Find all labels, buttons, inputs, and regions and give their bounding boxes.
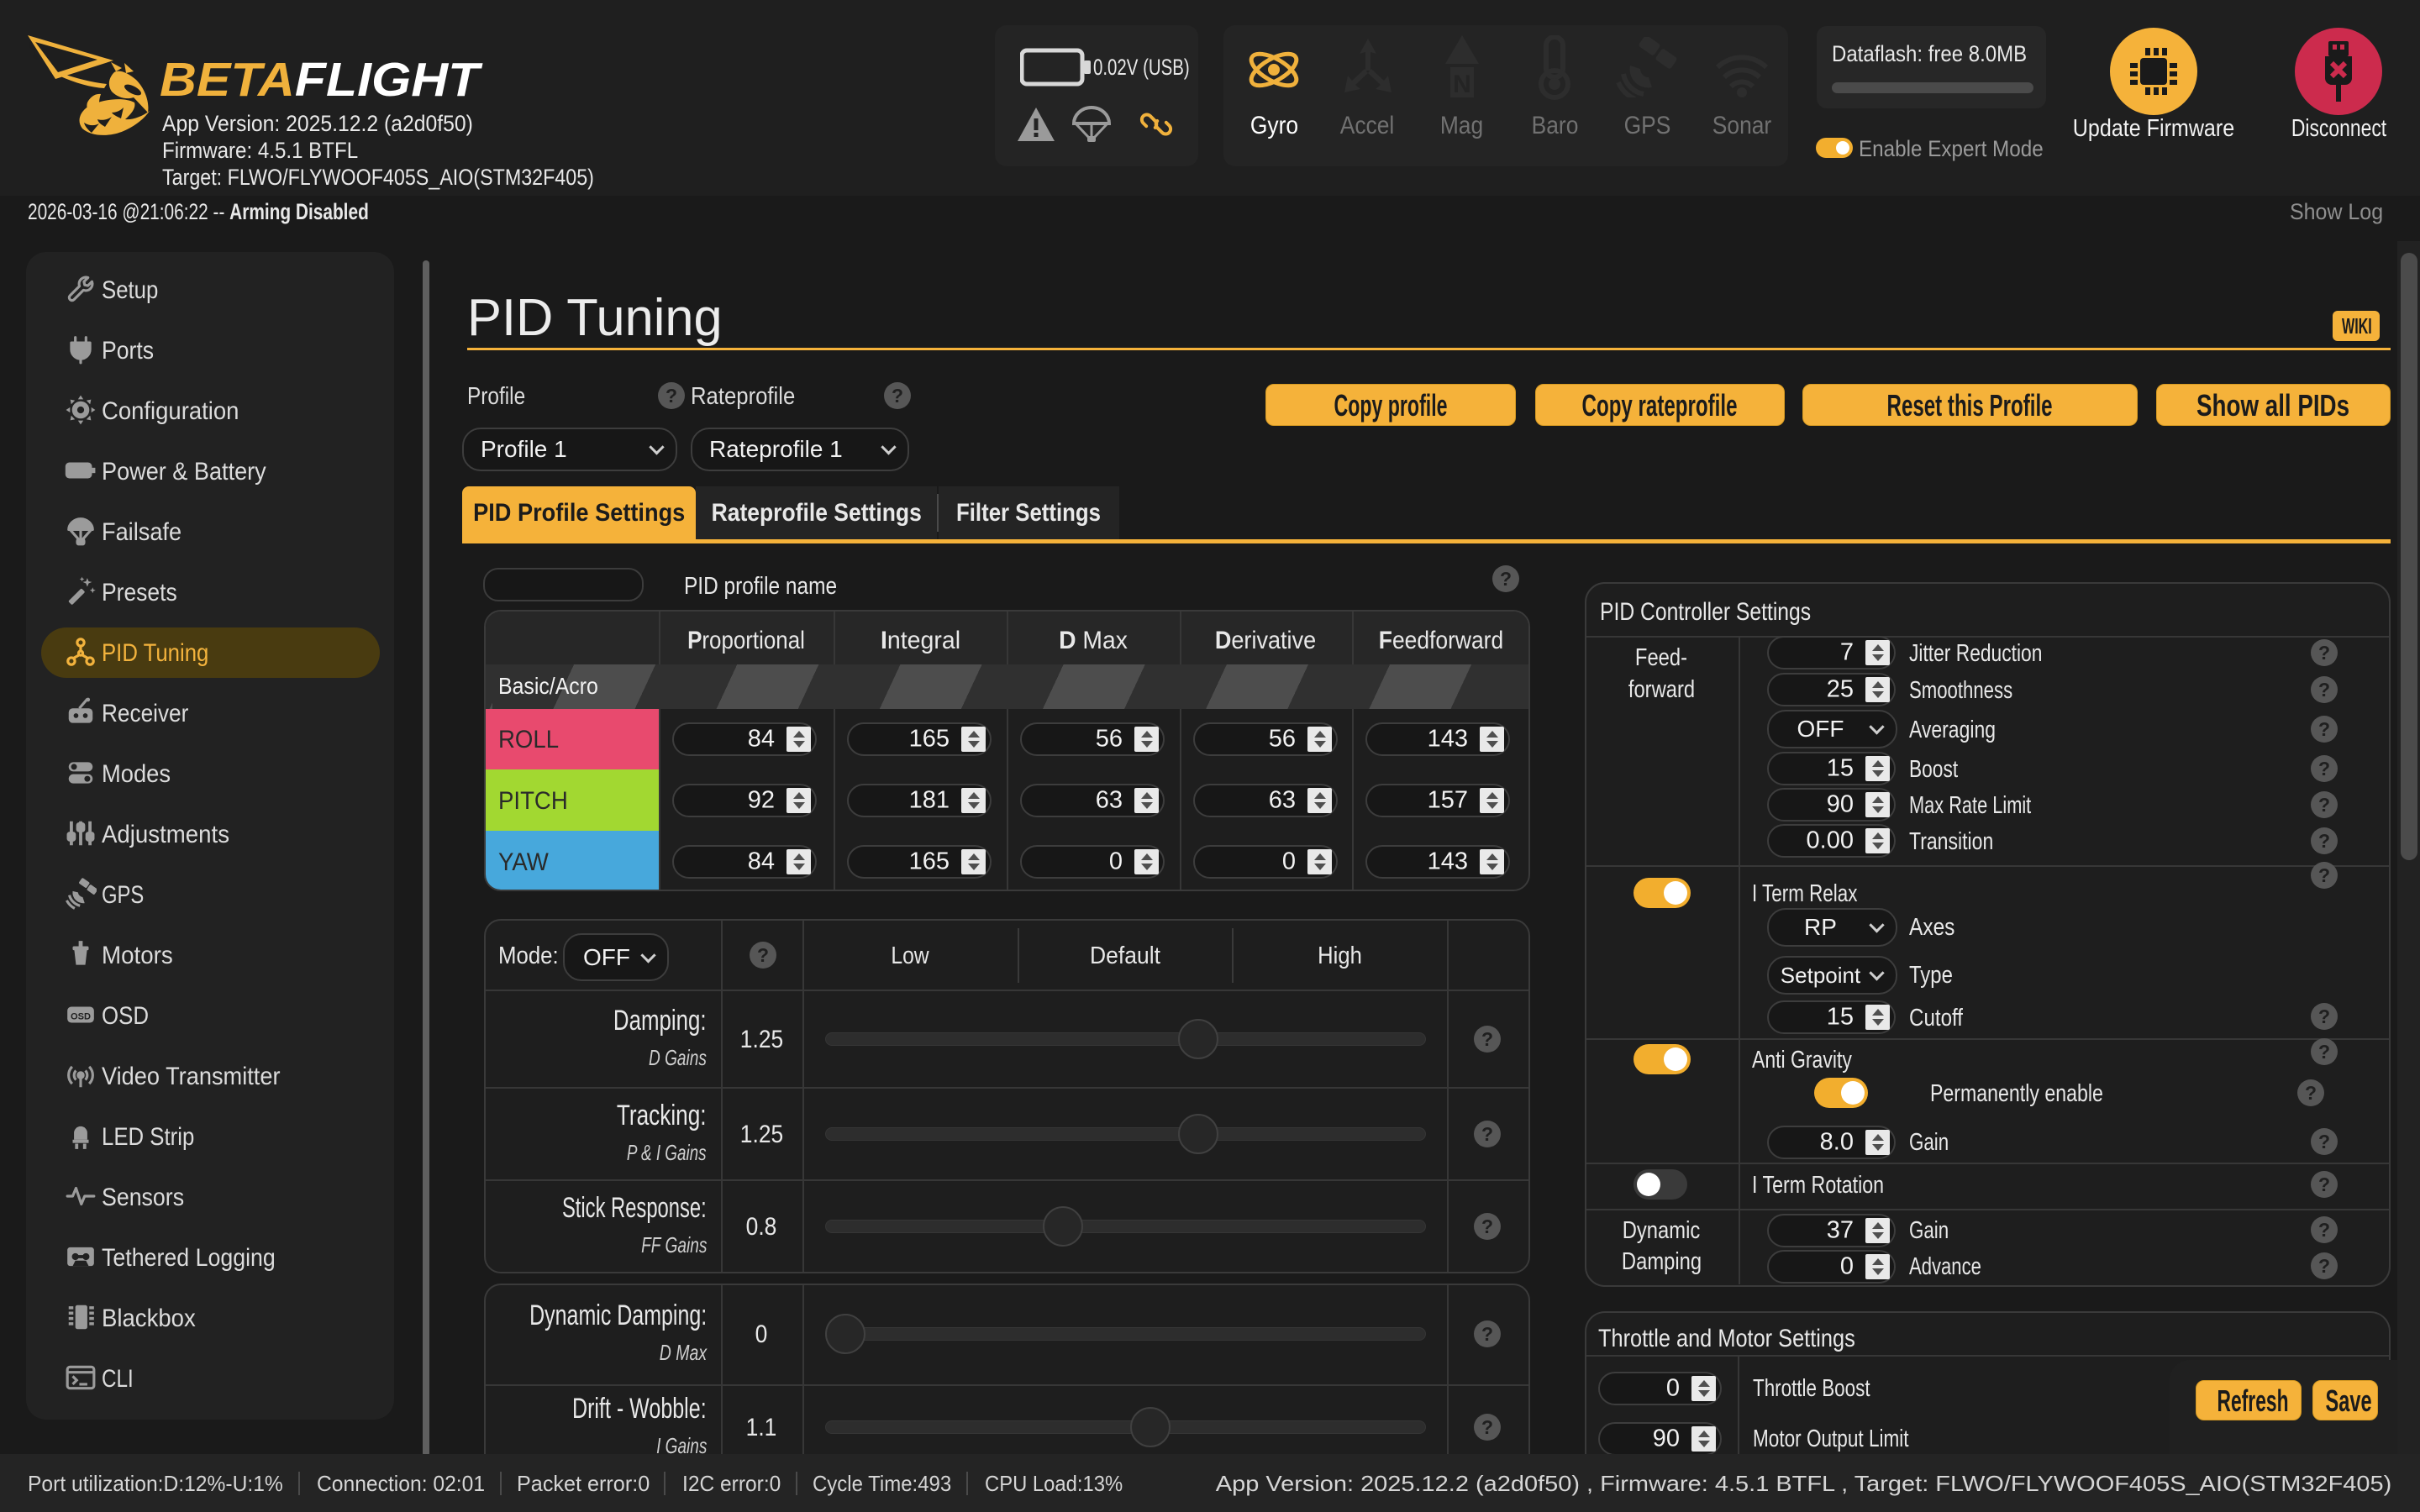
svg-text:N: N bbox=[1453, 71, 1471, 98]
svg-text:OSD: OSD bbox=[71, 1012, 91, 1022]
